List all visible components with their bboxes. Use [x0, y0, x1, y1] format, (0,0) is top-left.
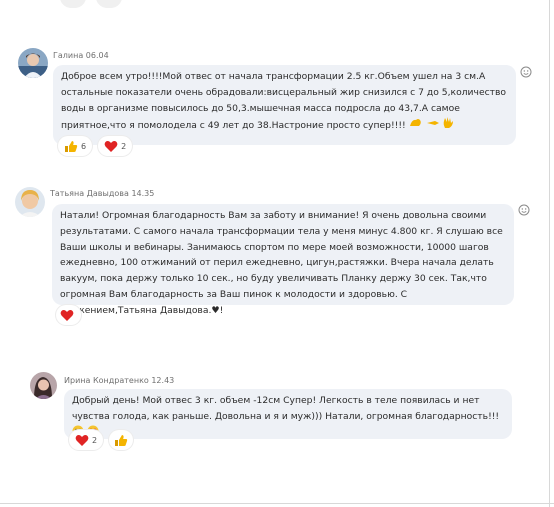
message-time: 12.43 [151, 376, 175, 385]
message-meta: Ирина Кондратенко 12.43 [64, 376, 174, 385]
message-text: Доброе всем утро!!!!Мой отвес от начала … [61, 71, 507, 132]
avatar[interactable] [30, 372, 57, 399]
reaction-count: 2 [121, 141, 127, 151]
reaction-chip-heart[interactable]: 2 [98, 136, 133, 156]
add-reaction-button[interactable] [520, 63, 532, 78]
message-time: 14.35 [131, 189, 155, 198]
add-reaction-button[interactable] [518, 201, 530, 216]
reactions-bar [56, 305, 81, 325]
reactions-bar: 6 2 [58, 136, 133, 156]
message-meta: Галина 06.04 [53, 51, 109, 60]
previous-message-reactions [60, 0, 140, 8]
muscle-emoji-icon [409, 117, 423, 134]
frame-border [0, 503, 554, 504]
message-text: Добрый день! Мой отвес 3 кг. объем -12см… [72, 395, 500, 422]
heart-icon [75, 434, 89, 447]
hand-emoji-icon [442, 116, 454, 135]
reaction-chip-heart[interactable]: 2 [69, 430, 104, 450]
reaction-chip-like[interactable] [109, 430, 134, 450]
reaction-count: 2 [92, 435, 98, 445]
message-text: Натали! Огромная благодарность Вам за за… [60, 210, 503, 316]
message-bubble: Натали! Огромная благодарность Вам за за… [52, 204, 514, 316]
reaction-count: 6 [81, 141, 87, 151]
reaction-chip[interactable] [96, 0, 122, 8]
heart-icon [60, 309, 74, 322]
message-bubble: Доброе всем утро!!!!Мой отвес от начала … [53, 65, 516, 145]
author-name[interactable]: Ирина Кондратенко [64, 376, 149, 385]
reaction-chip-heart[interactable] [56, 305, 81, 325]
frame-border [549, 0, 550, 507]
reaction-chip[interactable] [60, 0, 86, 8]
reaction-chip-like[interactable]: 6 [58, 136, 93, 156]
message-time: 06.04 [85, 51, 109, 60]
message-meta: Татьяна Давыдова 14.35 [50, 189, 154, 198]
author-name[interactable]: Галина [53, 51, 83, 60]
thumbs-up-icon [114, 434, 128, 447]
thumbs-up-icon [64, 140, 78, 153]
avatar[interactable] [18, 48, 48, 78]
avatar[interactable] [15, 187, 45, 217]
heart-icon [104, 140, 118, 153]
reactions-bar: 2 [69, 430, 134, 450]
author-name[interactable]: Татьяна Давыдова [50, 189, 129, 198]
arm-emoji-icon [426, 117, 440, 134]
